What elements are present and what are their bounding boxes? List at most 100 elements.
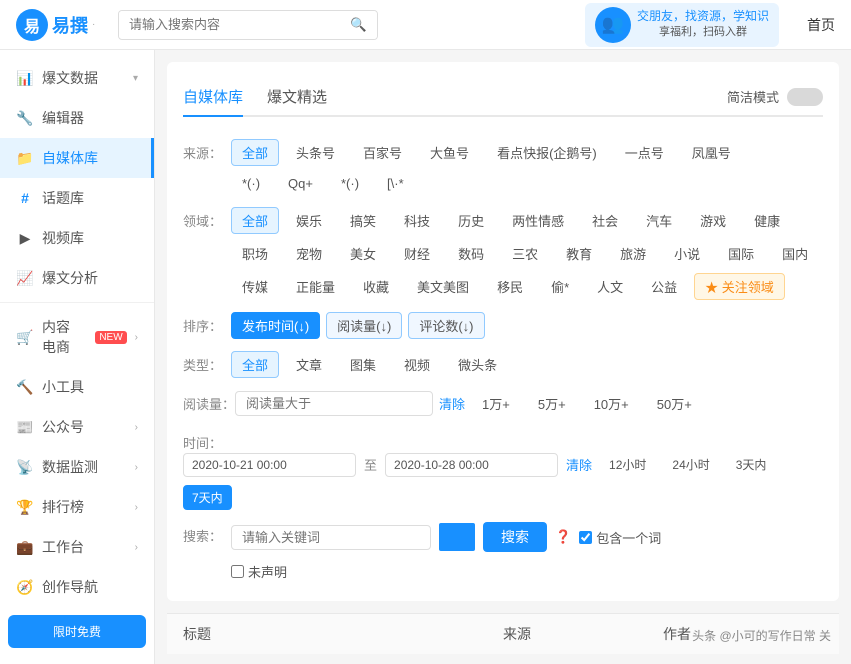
source-tag-other[interactable]: [\·* [376, 172, 415, 195]
source-tag-dayu[interactable]: 大鱼号 [419, 139, 480, 166]
top-search-input[interactable] [119, 11, 340, 38]
source-tag-wx[interactable]: *(·) [231, 172, 271, 195]
time-clear-btn[interactable]: 清除 [566, 455, 592, 474]
read-quick-1w[interactable]: 1万+ [471, 390, 521, 417]
sidebar-item-baowenfenxi[interactable]: 📈 爆文分析 [0, 258, 154, 298]
sidebar-item-shipinku[interactable]: ▶ 视频库 [0, 218, 154, 258]
domain-tag-jiankang[interactable]: 健康 [743, 207, 791, 234]
tab-baowenjingxuan[interactable]: 爆文精选 [267, 78, 327, 117]
domain-tag-keji[interactable]: 科技 [393, 207, 441, 234]
read-clear-btn[interactable]: 清除 [439, 394, 465, 413]
source-tag-all[interactable]: 全部 [231, 139, 279, 166]
read-quick-10w[interactable]: 10万+ [583, 390, 640, 417]
time-quick-7d[interactable]: 7天内 [183, 485, 232, 510]
sidebar-item-gongzonghao[interactable]: 📰 公众号 › [0, 407, 154, 447]
sidebar-item-neirongdianshang[interactable]: 🛒 内容电商 NEW › [0, 307, 154, 367]
undeclared-label: 未声明 [248, 562, 287, 581]
search-keyword-input[interactable] [231, 525, 431, 550]
sidebar-item-shujujiankong[interactable]: 📡 数据监测 › [0, 447, 154, 487]
sidebar-item-bianji[interactable]: 🔧 编辑器 [0, 98, 154, 138]
domain-tag-chuanmei[interactable]: 传媒 [231, 273, 279, 300]
domain-tag-guoji[interactable]: 国际 [717, 240, 765, 267]
time-quick-24h[interactable]: 24小时 [663, 452, 718, 477]
domain-tag-shehui[interactable]: 社会 [581, 207, 629, 234]
sidebar-item-paihangbang[interactable]: 🏆 排行榜 › [0, 487, 154, 527]
banner-icon: 👥 [595, 7, 631, 43]
domain-tag-yimin[interactable]: 移民 [486, 273, 534, 300]
search-blue-box[interactable] [439, 523, 475, 551]
domain-tag-sannong[interactable]: 三农 [501, 240, 549, 267]
type-tag-tuji[interactable]: 图集 [339, 351, 387, 378]
search-help-icon[interactable]: ❓ [555, 529, 571, 545]
domain-tag-lishi[interactable]: 历史 [447, 207, 495, 234]
domain-tag-xiaoshuo[interactable]: 小说 [663, 240, 711, 267]
source-tag-yidian[interactable]: 一点号 [614, 139, 675, 166]
domain-tag-guonei[interactable]: 国内 [771, 240, 819, 267]
time-start-input[interactable] [183, 453, 356, 477]
nav-home[interactable]: 首页 [807, 15, 835, 35]
banner-line2: 享福利，扫码入群 [637, 25, 769, 40]
type-tag-shipin[interactable]: 视频 [393, 351, 441, 378]
type-tag-wenzhang[interactable]: 文章 [285, 351, 333, 378]
domain-tag-zhichang[interactable]: 职场 [231, 240, 279, 267]
domain-tag-chongwu[interactable]: 宠物 [285, 240, 333, 267]
read-quick-5w[interactable]: 5万+ [527, 390, 577, 417]
type-tag-all[interactable]: 全部 [231, 351, 279, 378]
sort-tag-time[interactable]: 发布时间(↓) [231, 312, 320, 339]
zimeiti-icon: 📁 [16, 149, 34, 167]
domain-tag-shuma[interactable]: 数码 [447, 240, 495, 267]
search-options: 搜索 ❓ 包含一个词 [231, 522, 661, 552]
source-tag-kandian[interactable]: 看点快报(企鹅号) [486, 139, 608, 166]
sidebar-item-zimeiti[interactable]: 📁 自媒体库 [0, 138, 154, 178]
domain-tag-other2[interactable]: 偷* [540, 273, 580, 300]
tabs-bar: 自媒体库 爆文精选 简洁模式 [183, 78, 823, 117]
time-label: 时间： [183, 429, 231, 452]
search-execute-button[interactable]: 搜索 [483, 522, 547, 552]
promo-banner[interactable]: 限时免费 [8, 615, 146, 648]
source-tag-wx2[interactable]: *(·) [330, 172, 370, 195]
domain-tag-all[interactable]: 全部 [231, 207, 279, 234]
sidebar-item-baowendata[interactable]: 📊 爆文数据 ▾ [0, 58, 154, 98]
domain-tag-jiaoyu[interactable]: 教育 [555, 240, 603, 267]
domain-tag-lvyou[interactable]: 旅游 [609, 240, 657, 267]
sidebar-item-xiaogongju[interactable]: 🔨 小工具 [0, 367, 154, 407]
domain-tag-gongyi[interactable]: 公益 [640, 273, 688, 300]
domain-tag-yule[interactable]: 娱乐 [285, 207, 333, 234]
read-input[interactable] [235, 391, 433, 416]
search-contains-checkbox[interactable] [579, 531, 592, 544]
domain-tag-qiche[interactable]: 汽车 [635, 207, 683, 234]
source-tag-baijia[interactable]: 百家号 [352, 139, 413, 166]
sort-tag-comment[interactable]: 评论数(↓) [408, 312, 484, 339]
domain-tag-renwen[interactable]: 人文 [586, 273, 634, 300]
read-quick-50w[interactable]: 50万+ [646, 390, 703, 417]
domain-tag-shoucang[interactable]: 收藏 [352, 273, 400, 300]
source-tag-qq[interactable]: Qq+ [277, 172, 324, 195]
zimeiti-label: 自媒体库 [42, 148, 135, 168]
domain-tag-youxi[interactable]: 游戏 [689, 207, 737, 234]
source-row2-options: *(·) Qq+ *(·) [\·* [231, 172, 823, 195]
tab-zimeiti[interactable]: 自媒体库 [183, 78, 243, 117]
time-quick-3d[interactable]: 3天内 [727, 452, 776, 477]
simple-mode-label: 简洁模式 [727, 87, 779, 106]
top-search-button[interactable]: 🔍 [340, 11, 377, 39]
simple-mode-switch[interactable] [787, 88, 823, 106]
sidebar-item-gongtai[interactable]: 💼 工作台 › [0, 527, 154, 567]
source-tag-toutiao[interactable]: 头条号 [285, 139, 346, 166]
domain-tag-caijing[interactable]: 财经 [393, 240, 441, 267]
source-tag-fenghuang[interactable]: 凤凰号 [681, 139, 742, 166]
domain-tag-gaoxiao[interactable]: 搞笑 [339, 207, 387, 234]
type-tag-weitoutiao[interactable]: 微头条 [447, 351, 508, 378]
domain-tag-meiwen[interactable]: 美文美图 [406, 273, 480, 300]
undeclared-checkbox[interactable] [231, 565, 244, 578]
domain-follow-link[interactable]: ★ 关注领域 [694, 273, 785, 300]
sidebar-item-huatiku[interactable]: # 话题库 [0, 178, 154, 218]
top-search-bar[interactable]: 🔍 [118, 10, 378, 40]
banner-line1: 交朋友，找资源，学知识 [637, 8, 769, 25]
domain-tag-zhengnengliag[interactable]: 正能量 [285, 273, 346, 300]
domain-tag-lianxing[interactable]: 两性情感 [501, 207, 575, 234]
domain-tag-meinv[interactable]: 美女 [339, 240, 387, 267]
sidebar-item-chuangzuodaohang[interactable]: 🧭 创作导航 [0, 567, 154, 607]
sort-tag-read[interactable]: 阅读量(↓) [326, 312, 402, 339]
time-end-input[interactable] [385, 453, 558, 477]
time-quick-12h[interactable]: 12小时 [600, 452, 655, 477]
